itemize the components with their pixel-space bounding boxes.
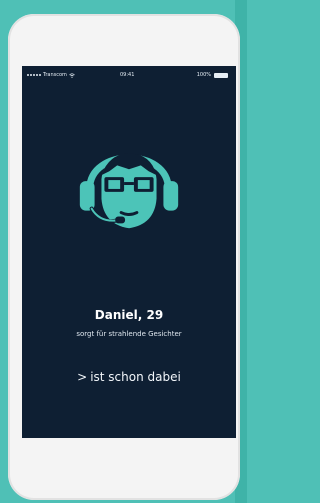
- status-bar: Transcom 09:41 100%: [22, 66, 236, 80]
- carrier-label: Transcom: [43, 72, 67, 78]
- wifi-icon: [69, 72, 75, 78]
- chevron-right-icon: >: [77, 370, 88, 384]
- headset-support-agent-icon: [79, 153, 179, 229]
- battery-label: 100%: [196, 72, 211, 78]
- join-label: ist schon dabei: [90, 370, 181, 384]
- battery-icon: [214, 72, 228, 78]
- join-link[interactable]: > ist schon dabei: [22, 370, 236, 384]
- status-time: 09:41: [120, 72, 135, 78]
- status-left: Transcom: [27, 72, 75, 78]
- phone-screen: Transcom 09:41 100% Daniel, 29 sorgt für…: [22, 66, 236, 438]
- status-right: 100%: [197, 72, 228, 78]
- signal-icon: [27, 74, 41, 76]
- profile-tagline: sorgt für strahlende Gesichter: [76, 330, 182, 338]
- profile-name: Daniel, 29: [94, 308, 164, 322]
